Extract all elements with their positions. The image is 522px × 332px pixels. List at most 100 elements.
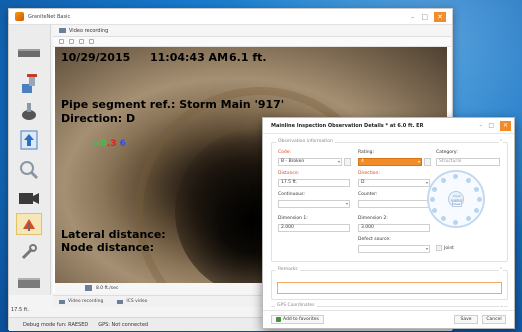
clock-position-dial[interactable]: Clock position Clear	[427, 170, 485, 228]
joint-checkbox[interactable]	[436, 245, 442, 251]
speed-icon	[85, 285, 92, 291]
toolbar-manhole-button[interactable]	[16, 101, 42, 123]
gps-group: GPS Coordinates ⌄	[271, 303, 508, 309]
counter-field[interactable]	[358, 200, 430, 208]
close-button[interactable]: ✕	[434, 11, 446, 22]
menu-bar-icon	[18, 49, 40, 57]
settings-button[interactable]	[79, 39, 84, 44]
remarks-collapse-icon[interactable]: ⌃	[498, 267, 503, 273]
code-select[interactable]: B - Broken ▾	[278, 158, 342, 166]
distance-field[interactable]: 17.5 ft.	[278, 179, 350, 187]
code-value: B - Broken	[281, 159, 305, 164]
toolbar-upload-button[interactable]	[16, 129, 42, 151]
continuous-select[interactable]: ▾	[278, 200, 350, 208]
toolbar-zoom-button[interactable]	[16, 159, 42, 181]
gps-expand-icon[interactable]: ⌄	[499, 303, 504, 309]
video-speed: 8.0 ft./sec	[96, 285, 119, 291]
code-lookup-button[interactable]	[344, 158, 351, 166]
defect-source-select[interactable]: ▾	[358, 245, 430, 253]
favorites-icon	[276, 317, 281, 322]
save-button[interactable]: Save	[454, 315, 478, 324]
bottom-video-tab-icon	[59, 299, 65, 304]
dial-position-11[interactable]	[441, 178, 446, 183]
rating-lookup-button[interactable]	[424, 158, 431, 166]
rating-select[interactable]: 4 ▾	[358, 158, 422, 166]
dimension1-field[interactable]: 2.000	[278, 224, 350, 232]
dial-position-4[interactable]	[474, 208, 479, 213]
status-gps: GPS: Not connected	[98, 321, 149, 328]
collapse-icon[interactable]: ⌃	[498, 139, 503, 145]
dial-position-3[interactable]	[477, 197, 482, 202]
app-logo-icon	[15, 12, 24, 21]
toolbar-camera-button[interactable]	[16, 187, 42, 209]
dialog-footer: Add to favorites Save Cancel	[263, 310, 514, 328]
dial-position-2[interactable]	[474, 187, 479, 192]
distance-label: Distance:	[278, 171, 300, 176]
osd-lateral-distance: Lateral distance:	[61, 228, 166, 241]
snapshot-button[interactable]	[69, 39, 74, 44]
dimension2-field[interactable]: 3.000	[358, 224, 430, 232]
dialog-minimize-button[interactable]: –	[479, 122, 482, 129]
dialog-close-button[interactable]: ✕	[500, 120, 511, 131]
observation-dialog: Mainline Inspection Observation Details …	[262, 117, 515, 329]
osd-direction: Direction: D	[61, 112, 136, 125]
direction-select[interactable]: D ▾	[358, 179, 430, 187]
dial-clear-button[interactable]: Clear	[452, 201, 462, 207]
dial-position-9[interactable]	[430, 197, 435, 202]
osd-distance: 6.1 ft.	[229, 51, 267, 64]
tools-icon	[21, 244, 37, 260]
dial-position-6[interactable]	[453, 220, 458, 225]
observation-pin-icon	[23, 219, 35, 231]
node-icon	[22, 74, 37, 93]
chevron-down-icon: ▾	[425, 246, 428, 251]
clock-mark-green: =0	[93, 139, 107, 149]
upload-arrow-icon	[20, 130, 38, 150]
dial-position-12[interactable]	[453, 174, 458, 179]
tab-video-recording[interactable]: Video recording	[59, 28, 108, 34]
category-field: Structural	[436, 158, 500, 166]
minimize-button[interactable]: –	[411, 12, 415, 22]
app-title: GraniteNet Basic	[28, 13, 71, 20]
toolbar-observation-button[interactable]	[16, 213, 42, 235]
toolbar-node-button[interactable]	[16, 73, 42, 95]
rating-value: 4	[361, 159, 364, 164]
category-label: Category:	[436, 150, 458, 155]
video-subtoolbar	[53, 37, 451, 47]
magnifier-icon	[20, 161, 39, 180]
chevron-down-icon: ▾	[425, 180, 428, 185]
dialog-title: Mainline Inspection Observation Details …	[271, 122, 424, 129]
video-tab-label: Video recording	[69, 27, 109, 34]
add-favorites-button[interactable]: Add to favorites	[271, 315, 324, 324]
video-camera-icon	[19, 193, 39, 204]
dialog-titlebar: Mainline Inspection Observation Details …	[263, 118, 514, 134]
counter-label: Counter:	[358, 192, 378, 197]
clock-mark-red: .3	[106, 139, 117, 149]
dial-position-7[interactable]	[441, 216, 446, 221]
bottom-tab-ics-label: ICS video	[126, 299, 148, 304]
maximize-button[interactable]: □	[421, 12, 428, 22]
bottom-tab-video-label: Video recording	[68, 299, 104, 304]
dimension1-label: Dimension 1:	[278, 216, 308, 221]
joint-label: Joint	[444, 246, 454, 251]
tab-bottom-video-recording[interactable]: Video recording	[59, 299, 103, 304]
dial-position-8[interactable]	[432, 208, 437, 213]
dial-position-5[interactable]	[466, 216, 471, 221]
expand-button[interactable]	[89, 39, 94, 44]
osd-time: 11:04:43 AM	[150, 51, 229, 64]
toolbar-drawer-button[interactable]	[16, 273, 42, 295]
chevron-down-icon: ▾	[417, 159, 420, 164]
cancel-button[interactable]: Cancel	[482, 315, 506, 324]
remarks-input[interactable]	[277, 282, 502, 294]
manhole-icon	[22, 103, 36, 120]
defect-source-label: Defect source:	[358, 237, 391, 242]
toolbar-menu-button[interactable]	[16, 43, 42, 65]
left-distance-readout: 17.5 ft.	[11, 307, 29, 313]
observation-group-label: Observation information	[276, 139, 335, 144]
code-label: Code:	[278, 150, 292, 155]
tab-bottom-ics-video[interactable]: ICS video	[117, 299, 147, 304]
dialog-maximize-button[interactable]: □	[488, 122, 494, 129]
pin-button[interactable]	[59, 39, 64, 44]
toolbar-tools-button[interactable]	[16, 241, 42, 263]
dial-position-1[interactable]	[466, 178, 471, 183]
dial-position-10[interactable]	[432, 187, 437, 192]
